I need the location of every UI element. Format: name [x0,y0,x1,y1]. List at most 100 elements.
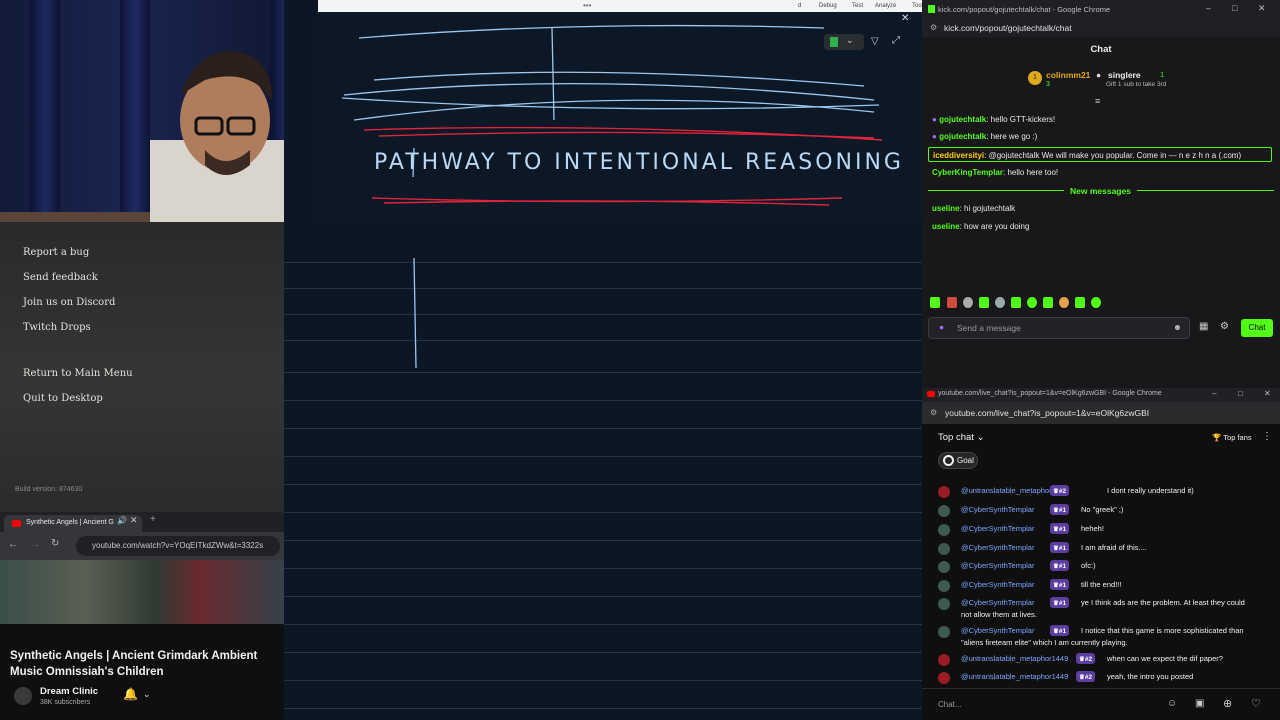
goal-chip[interactable]: Goal [938,452,978,469]
top-chat-dropdown[interactable]: Top chat ⌄ [938,432,985,443]
close-tab-icon[interactable]: ✕ [130,515,138,526]
minimize-icon[interactable]: – [1212,389,1216,398]
avatar[interactable] [938,672,950,684]
input-placeholder: Send a message [957,323,1021,333]
avatar[interactable] [938,561,950,573]
speaker-icon[interactable]: 🔊 [117,516,127,525]
message-input[interactable]: ● Send a message ☻ [928,317,1190,339]
emote-icon[interactable] [930,297,940,308]
twitch-drops-menu-item[interactable]: Twitch Drops [23,322,91,333]
site-info-icon[interactable]: ⚙ [930,23,937,32]
chat-username[interactable]: @untranslatable_metaphor1449 [961,654,1068,663]
top-gifter-name[interactable]: colinmm21 [1046,70,1090,80]
emoji-icon[interactable]: ☻ [1173,322,1182,332]
add-icon[interactable]: ⊕ [1223,697,1232,710]
quit-desktop-menu-item[interactable]: Quit to Desktop [23,393,103,404]
send-chat-button[interactable]: Chat [1241,319,1273,337]
top-fans-button[interactable]: 🏆 Top fans [1212,433,1252,442]
emote-icon[interactable] [1059,297,1069,308]
avatar[interactable] [938,524,950,536]
minimize-icon[interactable]: – [1206,3,1211,13]
browser-tab-bar: Synthetic Angels | Ancient G 🔊 ✕ + [0,512,284,532]
gift-sub-prompt[interactable]: Gift 1 sub to take 3rd [1106,81,1166,88]
chat-username[interactable]: @CyberSynthTemplar [961,598,1034,607]
reload-icon[interactable]: ↻ [51,538,59,549]
gear-icon[interactable]: ⚙ [1220,321,1229,332]
chat-username[interactable]: CyberKingTemplar [932,168,1003,177]
more-options-icon[interactable]: ⋮ [1262,431,1272,442]
chat-username[interactable]: @untranslatable_metaphor1449 [961,672,1068,681]
handwritten-strokes [341,24,883,369]
chat-username[interactable]: gojutechtalk [939,132,986,141]
emote-icon[interactable] [947,297,957,308]
chat-username[interactable]: @CyberSynthTemplar [961,543,1034,552]
emote-icon[interactable] [1011,297,1021,308]
chat-username[interactable]: @CyberSynthTemplar [961,524,1034,533]
avatar[interactable] [938,486,950,498]
second-gifter-name[interactable]: singlere [1108,70,1141,80]
kick-logo-icon [928,5,935,13]
emoji-icon[interactable]: ☺ [1167,698,1177,709]
send-feedback-menu-item[interactable]: Send feedback [23,272,98,283]
emote-icon[interactable] [1043,297,1053,308]
chat-username[interactable]: useline [932,204,960,213]
url-field[interactable]: youtube.com/watch?v=YOqEITkdZWw&t=3322s [76,536,280,556]
build-version: Build version: 874630 [15,486,83,493]
window-titlebar: kick.com/popout/gojutechtalk/chat - Goog… [922,0,1280,19]
url-field[interactable]: kick.com/popout/gojutechtalk/chat [944,23,1072,33]
forward-icon[interactable]: → [30,539,40,550]
chat-username[interactable]: iceddiversityi [933,151,984,160]
pinned-collapse-icon[interactable]: ≡ [1095,96,1100,106]
filter-icon[interactable]: ▽ [871,36,879,47]
chat-username[interactable]: gojutechtalk [939,115,986,124]
avatar[interactable] [938,505,950,517]
chat-text: hi gojutechtalk [964,204,1016,213]
heart-icon[interactable]: ♡ [1251,697,1261,710]
pen-color-selector[interactable]: ⌄ [824,34,864,50]
chat-username[interactable]: @CyberSynthTemplar [961,626,1034,635]
chat-username[interactable]: @CyberSynthTemplar [961,561,1034,570]
emote-icon[interactable] [963,297,973,308]
channel-name[interactable]: Dream Clinic [40,686,98,697]
member-badge: ♛#1 [1050,523,1070,534]
expand-icon[interactable]: ⤢ [892,35,900,46]
chat-username[interactable]: useline [932,222,960,231]
emote-icon[interactable] [1027,297,1037,308]
close-icon[interactable]: ✕ [1258,3,1266,14]
bell-icon[interactable]: 🔔 [123,687,138,701]
emote-icon[interactable] [995,297,1005,308]
emote-icon[interactable] [1075,297,1085,308]
avatar[interactable] [938,580,950,592]
goal-label: Goal [957,456,974,465]
url-field[interactable]: youtube.com/live_chat?is_popout=1&v=eOlK… [945,408,1149,418]
maximize-icon[interactable]: □ [1232,3,1237,13]
chat-username[interactable]: @CyberSynthTemplar [961,505,1034,514]
avatar[interactable] [938,598,950,610]
chat-text: yeah, the intro you posted [1107,672,1194,681]
badge-text: #1 [1058,628,1067,635]
badge-text: #1 [1058,582,1067,589]
chevron-down-icon[interactable]: ⌄ [143,689,151,700]
emote-icon[interactable] [1091,297,1101,308]
new-tab-icon[interactable]: + [150,514,156,525]
close-icon[interactable]: ✕ [1264,389,1271,398]
whiteboard-canvas[interactable]: d Debug Test Analyze Too ••• ✕ PATHWAY T… [284,0,922,720]
avatar[interactable] [938,626,950,638]
maximize-icon[interactable]: □ [1238,389,1243,398]
back-icon[interactable]: ← [8,539,18,550]
report-bug-menu-item[interactable]: Report a bug [23,247,89,258]
return-main-menu-item[interactable]: Return to Main Menu [23,368,133,379]
discord-menu-item[interactable]: Join us on Discord [23,297,115,308]
avatar[interactable] [938,543,950,555]
site-info-icon[interactable]: ⚙ [930,408,937,417]
badge-text: #1 [1058,526,1067,533]
emote-icon[interactable] [979,297,989,308]
channel-avatar[interactable] [14,687,32,705]
video-thumbnail[interactable] [0,560,284,624]
chat-input[interactable]: Chat... [938,696,1108,714]
window-title: youtube.com/live_chat?is_popout=1&v=eOlK… [938,390,1162,397]
avatar[interactable] [938,654,950,666]
gift-icon[interactable]: ▦ [1199,321,1208,332]
super-chat-icon[interactable]: ▣ [1195,698,1204,709]
chat-username[interactable]: @CyberSynthTemplar [961,580,1034,589]
